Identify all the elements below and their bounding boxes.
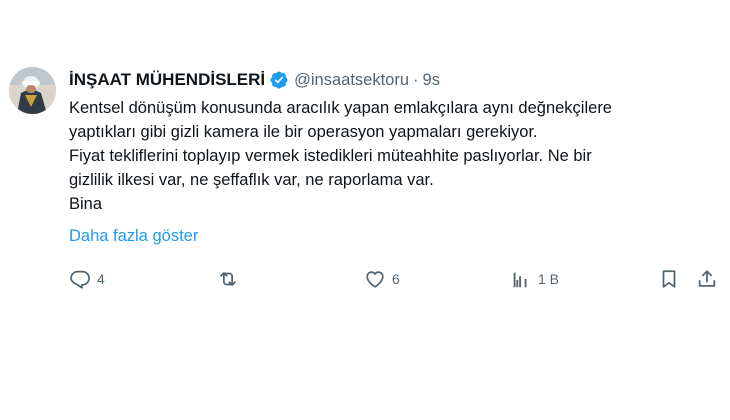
views-count: 1 B xyxy=(538,271,560,287)
tweet-text-line: Fiyat tekliflerini toplayıp vermek isted… xyxy=(69,147,592,165)
avatar-image xyxy=(9,67,56,114)
tweet-header: İNŞAAT MÜHENDİSLERİ @insaatsektoru · 9s xyxy=(69,68,440,92)
avatar[interactable] xyxy=(9,67,56,114)
reply-icon xyxy=(69,268,91,290)
display-name[interactable]: İNŞAAT MÜHENDİSLERİ xyxy=(69,70,265,90)
retweet-button[interactable] xyxy=(217,264,239,294)
reply-count: 4 xyxy=(97,271,105,287)
tweet-actions: 4 6 1 B xyxy=(0,264,730,294)
bookmark-button[interactable] xyxy=(658,264,680,294)
user-handle[interactable]: @insaatsektoru xyxy=(294,71,409,90)
like-button[interactable]: 6 xyxy=(364,264,400,294)
views-chart-icon xyxy=(510,268,532,290)
share-icon xyxy=(696,268,718,290)
heart-icon xyxy=(364,268,386,290)
like-count: 6 xyxy=(392,271,400,287)
retweet-icon xyxy=(217,268,239,290)
tweet-text-line: Kentsel dönüşüm konusunda aracılık yapan… xyxy=(69,99,612,117)
views-button[interactable]: 1 B xyxy=(510,264,559,294)
tweet-timestamp[interactable]: 9s xyxy=(423,71,440,90)
verified-badge-icon xyxy=(269,70,289,90)
tweet-text: Kentsel dönüşüm konusunda aracılık yapan… xyxy=(69,96,719,216)
tweet: İNŞAAT MÜHENDİSLERİ @insaatsektoru · 9s … xyxy=(0,0,730,420)
tweet-text-line: yaptıkları gibi gizli kamera ile bir ope… xyxy=(69,123,538,141)
reply-button[interactable]: 4 xyxy=(69,264,105,294)
bookmark-icon xyxy=(658,268,680,290)
share-button[interactable] xyxy=(696,264,718,294)
separator-dot: · xyxy=(413,70,419,89)
tweet-text-line: Bina xyxy=(69,195,103,213)
tweet-text-line: gizlilik ilkesi var, ne şeffaflık var, n… xyxy=(69,171,434,189)
show-more-link[interactable]: Daha fazla göster xyxy=(69,227,198,246)
